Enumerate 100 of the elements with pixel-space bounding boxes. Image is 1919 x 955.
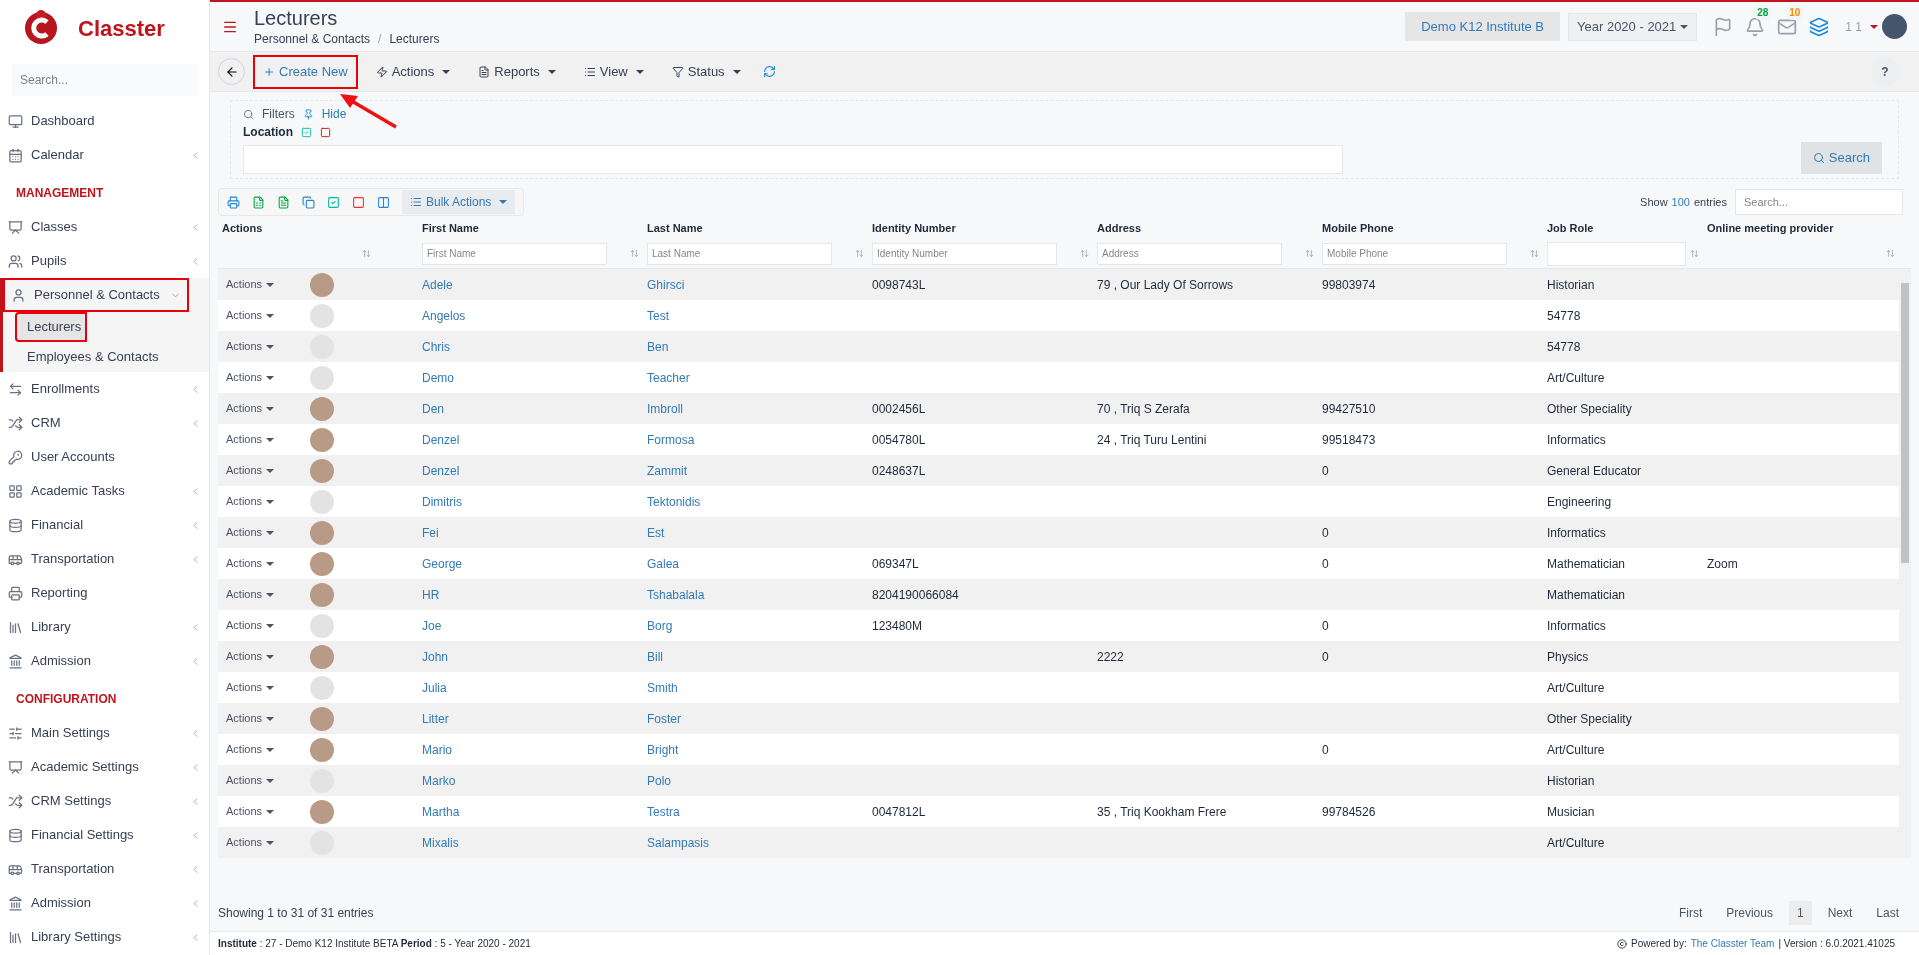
sidebar-item[interactable]: CRM (0, 406, 209, 440)
table-search-field[interactable]: Search... (1735, 189, 1903, 215)
sidebar-item[interactable]: Academic Tasks (0, 474, 209, 508)
team-link[interactable]: The Classter Team (1690, 936, 1775, 951)
column-filter-field[interactable]: First Name (422, 242, 607, 265)
name-link[interactable]: Dimitris (422, 494, 462, 509)
name-link[interactable]: Joe (422, 618, 442, 633)
column-header[interactable]: Mobile Phone (1318, 219, 1543, 237)
row-actions-button[interactable]: Actions (226, 524, 275, 541)
name-link[interactable]: Est (647, 525, 665, 540)
name-link[interactable]: Tshabalala (647, 587, 705, 602)
name-link[interactable]: Marko (422, 773, 456, 788)
row-actions-button[interactable]: Actions (226, 834, 275, 851)
sidebar-item[interactable]: Admission (0, 886, 209, 920)
name-link[interactable]: Den (422, 401, 444, 416)
column-filter-field[interactable]: Identity Number (872, 242, 1057, 265)
name-link[interactable]: Test (647, 308, 669, 323)
pagination-button[interactable]: 1 (1788, 901, 1812, 925)
row-actions-button[interactable]: Actions (226, 648, 275, 665)
toolbar-button[interactable]: View (573, 54, 654, 89)
sidebar-item[interactable]: Classes (0, 210, 209, 244)
name-link[interactable]: Borg (647, 618, 673, 633)
name-link[interactable]: Demo (422, 370, 454, 385)
column-filter-field[interactable]: Address (1097, 242, 1282, 265)
pagination-button[interactable]: Previous (1718, 901, 1781, 925)
sidebar-item[interactable]: Library (0, 610, 209, 644)
sidebar-item[interactable]: Main Settings (0, 716, 209, 750)
name-link[interactable]: Ghirsci (647, 277, 685, 292)
pagination-button[interactable]: Next (1819, 901, 1861, 925)
sidebar-item[interactable]: Pupils (0, 244, 209, 278)
row-actions-button[interactable]: Actions (226, 679, 275, 696)
row-actions-button[interactable]: Actions (226, 431, 275, 448)
row-actions-button[interactable]: Actions (226, 462, 275, 479)
sidebar-item[interactable]: Dashboard (0, 104, 209, 138)
row-actions-button[interactable]: Actions (226, 555, 275, 572)
name-link[interactable]: Imbroll (647, 401, 683, 416)
sidebar-item[interactable]: Calendar (0, 138, 209, 172)
submenu-item[interactable]: Lecturers (15, 312, 87, 342)
name-link[interactable]: Denzel (422, 432, 460, 447)
name-link[interactable]: HR (422, 587, 440, 602)
sidebar-item[interactable]: Reporting (0, 576, 209, 610)
toolbar-button[interactable]: Reports (468, 54, 566, 89)
name-link[interactable]: Galea (647, 556, 680, 571)
name-link[interactable]: Fei (422, 525, 439, 540)
column-header[interactable]: First Name (418, 219, 643, 237)
help-button[interactable]: ? (1871, 57, 1899, 86)
row-actions-button[interactable]: Actions (226, 307, 275, 324)
row-actions-button[interactable]: Actions (226, 710, 275, 727)
bulk-actions-button[interactable]: Bulk Actions (402, 190, 516, 214)
row-actions-button[interactable]: Actions (226, 276, 275, 293)
name-link[interactable]: Bill (647, 649, 663, 664)
column-header[interactable]: Last Name (643, 219, 868, 237)
row-actions-button[interactable]: Actions (226, 772, 275, 789)
name-link[interactable]: Salampasis (647, 835, 710, 850)
name-link[interactable]: Zammit (647, 463, 687, 478)
name-link[interactable]: Tektonidis (647, 494, 701, 509)
year-dropdown[interactable]: Year 2020 - 2021 (1568, 12, 1698, 41)
sidebar-item[interactable]: Transportation (0, 852, 209, 886)
sidebar-item[interactable]: Academic Settings (0, 750, 209, 784)
row-actions-button[interactable]: Actions (226, 400, 275, 417)
name-link[interactable]: Chris (422, 339, 450, 354)
row-actions-button[interactable]: Actions (226, 338, 275, 355)
name-link[interactable]: Mixalis (422, 835, 459, 850)
name-link[interactable]: John (422, 649, 449, 664)
name-link[interactable]: Polo (647, 773, 672, 788)
column-header[interactable]: Actions (218, 219, 418, 237)
row-actions-button[interactable]: Actions (226, 617, 275, 634)
row-actions-button[interactable]: Actions (226, 803, 275, 820)
sidebar-item[interactable]: CRM Settings (0, 784, 209, 818)
sidebar-item[interactable]: Enrollments (0, 372, 209, 406)
name-link[interactable]: Bright (647, 742, 679, 757)
name-link[interactable]: Julia (422, 680, 447, 695)
name-link[interactable]: Adele (422, 277, 453, 292)
name-link[interactable]: Denzel (422, 463, 460, 478)
toolbar-button[interactable]: Status (661, 54, 751, 89)
sidebar-item[interactable]: Admission (0, 644, 209, 678)
column-header[interactable]: Online meeting provider (1703, 219, 1895, 237)
name-link[interactable]: Ben (647, 339, 669, 354)
sidebar-item[interactable]: User Accounts (0, 440, 209, 474)
sidebar-item[interactable]: Financial Settings (0, 818, 209, 852)
toolbar-button[interactable]: Create New (253, 54, 358, 89)
submenu-item[interactable]: Employees & Contacts (15, 342, 209, 372)
column-header[interactable]: Job Role (1543, 219, 1703, 237)
column-header[interactable]: Identity Number (868, 219, 1093, 237)
row-actions-button[interactable]: Actions (226, 369, 275, 386)
pagination-button[interactable]: First (1670, 901, 1711, 925)
breadcrumb-item[interactable]: Personnel & Contacts (254, 29, 371, 48)
sidebar-item[interactable]: Financial (0, 508, 209, 542)
name-link[interactable]: Formosa (647, 432, 695, 447)
search-button[interactable]: Search (1800, 142, 1882, 174)
row-actions-button[interactable]: Actions (226, 493, 275, 510)
column-filter-field[interactable]: Mobile Phone (1322, 242, 1507, 265)
toolbar-button[interactable]: Actions (365, 54, 461, 89)
name-link[interactable]: Martha (422, 804, 460, 819)
name-link[interactable]: Foster (647, 711, 681, 726)
sidebar-item[interactable]: Personnel & Contacts (3, 278, 189, 312)
entries-count[interactable]: 100 (1671, 193, 1690, 211)
name-link[interactable]: Mario (422, 742, 452, 757)
institute-button[interactable]: Demo K12 Institute B (1405, 12, 1561, 41)
name-link[interactable]: Testra (647, 804, 680, 819)
